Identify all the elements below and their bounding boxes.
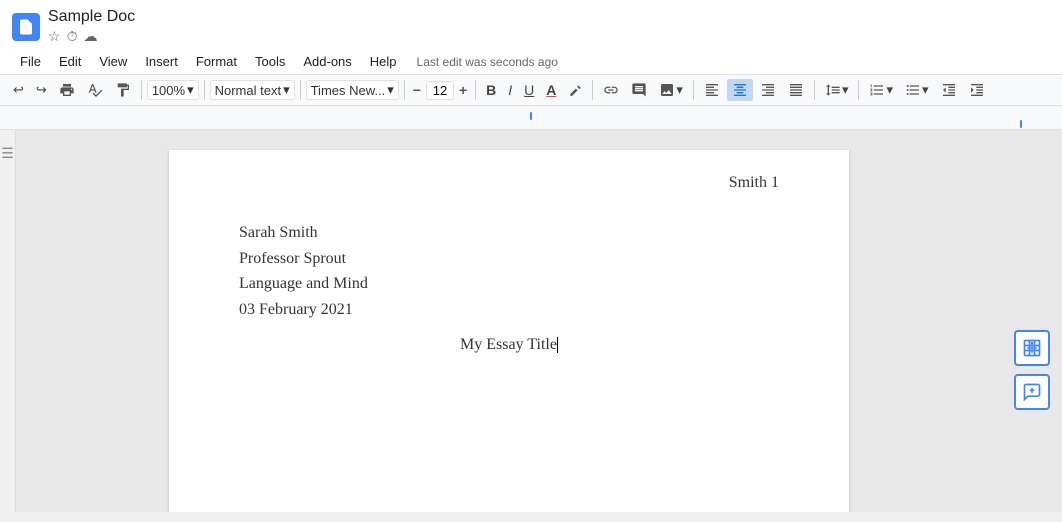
menu-insert[interactable]: Insert: [137, 51, 186, 72]
author-name: Sarah Smith: [239, 220, 779, 246]
style-arrow: ▾: [283, 82, 290, 98]
sep1: [141, 80, 142, 100]
align-left-button[interactable]: [699, 79, 725, 101]
paint-format-button[interactable]: [110, 79, 136, 101]
document-page[interactable]: Smith 1 Sarah Smith Professor Sprout Lan…: [169, 150, 849, 512]
link-button[interactable]: [598, 79, 624, 101]
font-label: Times New...: [311, 83, 386, 98]
font-arrow: ▾: [387, 82, 394, 98]
page-header: Smith 1: [729, 170, 779, 196]
header-right: Smith 1: [729, 174, 779, 191]
menu-format[interactable]: Format: [188, 51, 245, 72]
menu-view[interactable]: View: [91, 51, 135, 72]
comment-button[interactable]: [626, 79, 652, 101]
line-spacing-button[interactable]: ▾: [820, 79, 854, 101]
bullet-list-button[interactable]: ▾: [900, 79, 934, 101]
sep2: [204, 80, 205, 100]
undo-button[interactable]: ↩: [8, 79, 29, 101]
ruler: [0, 106, 1062, 130]
history-icon[interactable]: ⏱: [67, 28, 78, 45]
menu-addons[interactable]: Add-ons: [295, 51, 359, 72]
title-bar: Sample Doc ☆ ⏱ ☁: [0, 0, 1062, 49]
essay-title: My Essay Title: [239, 332, 779, 358]
star-icon[interactable]: ☆: [48, 28, 61, 45]
menu-bar: File Edit View Insert Format Tools Add-o…: [0, 49, 1062, 75]
sep3: [300, 80, 301, 100]
italic-button[interactable]: I: [503, 79, 517, 101]
print-button[interactable]: [54, 79, 80, 101]
sep8: [814, 80, 815, 100]
doc-icon: [12, 13, 40, 41]
numbered-list-button[interactable]: ▾: [864, 79, 898, 101]
style-label: Normal text: [215, 83, 281, 98]
font-size-input[interactable]: [426, 81, 454, 100]
zoom-select-wrap[interactable]: 100% ▾: [147, 80, 199, 100]
redo-button[interactable]: ↪: [31, 79, 52, 101]
doc-title[interactable]: Sample Doc: [48, 8, 135, 26]
font-size-plus[interactable]: +: [456, 82, 470, 98]
font-color-button[interactable]: A: [541, 79, 561, 101]
menu-help[interactable]: Help: [362, 51, 405, 72]
image-arrow: ▾: [676, 82, 683, 98]
line-spacing-arrow: ▾: [842, 82, 849, 98]
date-line: 03 February 2021: [239, 297, 779, 323]
zoom-label: 100%: [152, 83, 185, 98]
font-size-wrap: − +: [410, 81, 470, 100]
highlight-button[interactable]: [563, 80, 587, 100]
image-button[interactable]: ▾: [654, 79, 688, 101]
increase-indent-button[interactable]: [964, 79, 990, 101]
bullet-list-arrow: ▾: [922, 82, 929, 98]
style-select-wrap[interactable]: Normal text ▾: [210, 80, 295, 100]
menu-file[interactable]: File: [12, 51, 49, 72]
font-size-minus[interactable]: −: [410, 82, 424, 98]
toolbar: ↩ ↪ 100% ▾ Normal text ▾ Times New... ▾ …: [0, 75, 1062, 106]
left-panel: ☰: [0, 130, 16, 512]
bold-button[interactable]: B: [481, 79, 501, 101]
menu-tools[interactable]: Tools: [247, 51, 293, 72]
course-name: Language and Mind: [239, 271, 779, 297]
sep5: [475, 80, 476, 100]
sep9: [858, 80, 859, 100]
menu-edit[interactable]: Edit: [51, 51, 89, 72]
font-color-letter: A: [546, 82, 556, 98]
underline-button[interactable]: U: [519, 79, 539, 101]
sep7: [693, 80, 694, 100]
right-sidebar: [1002, 130, 1062, 512]
sep4: [404, 80, 405, 100]
add-comment-sidebar-button[interactable]: [1014, 374, 1050, 410]
professor-name: Professor Sprout: [239, 246, 779, 272]
cloud-icon[interactable]: ☁: [83, 28, 97, 45]
zoom-arrow: ▾: [187, 82, 194, 98]
sep6: [592, 80, 593, 100]
numbered-list-arrow: ▾: [886, 82, 893, 98]
spellcheck-button[interactable]: [82, 79, 108, 101]
add-table-button[interactable]: [1014, 330, 1050, 366]
align-center-button[interactable]: [727, 79, 753, 101]
align-justify-button[interactable]: [783, 79, 809, 101]
decrease-indent-button[interactable]: [936, 79, 962, 101]
main-area: ☰ Smith 1 Sarah Smith Professor Sprout L…: [0, 130, 1062, 512]
title-icons: ☆ ⏱ ☁: [48, 28, 135, 45]
page-outline-icon: ☰: [1, 145, 14, 162]
align-right-button[interactable]: [755, 79, 781, 101]
font-select-wrap[interactable]: Times New... ▾: [306, 80, 399, 100]
last-edit-status: Last edit was seconds ago: [417, 55, 558, 69]
title-area: Sample Doc ☆ ⏱ ☁: [48, 8, 135, 45]
content-area: Smith 1 Sarah Smith Professor Sprout Lan…: [16, 130, 1002, 512]
